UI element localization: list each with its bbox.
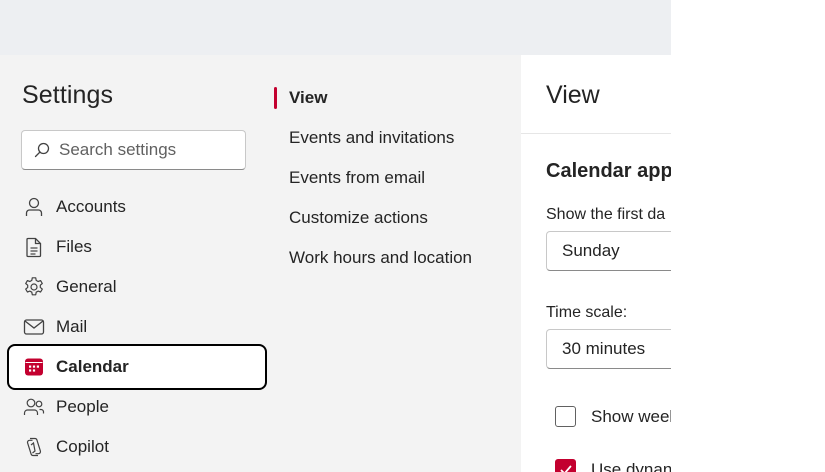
show-week-numbers-checkbox[interactable] bbox=[555, 406, 576, 427]
first-day-dropdown[interactable]: Sunday bbox=[546, 231, 671, 271]
nav-item-label: Calendar bbox=[56, 357, 129, 376]
subnav-item-events-from-email[interactable]: Events from email bbox=[270, 158, 521, 198]
pane-title: View bbox=[546, 81, 600, 109]
mail-icon bbox=[22, 315, 46, 339]
settings-window: Settings Accounts bbox=[0, 0, 671, 472]
people-icon bbox=[22, 395, 46, 419]
document-icon bbox=[22, 235, 46, 259]
search-icon bbox=[34, 142, 50, 158]
nav-item-label: Accounts bbox=[56, 197, 126, 216]
section-title: Calendar app bbox=[546, 160, 671, 182]
view-settings-pane: View Calendar app Show the first da Sund… bbox=[521, 55, 671, 472]
nav-item-label: Copilot bbox=[56, 437, 109, 456]
nav-item-label: Mail bbox=[56, 317, 88, 336]
gear-icon bbox=[22, 275, 46, 299]
top-bar bbox=[0, 0, 671, 55]
nav-item-accounts[interactable]: Accounts bbox=[0, 187, 270, 227]
subnav-item-customize-actions[interactable]: Customize actions bbox=[270, 198, 521, 238]
pane-divider bbox=[521, 133, 671, 134]
calendar-subnav: View Events and invitations Events from … bbox=[270, 78, 521, 278]
subnav-item-label: Customize actions bbox=[289, 208, 428, 227]
person-icon bbox=[22, 195, 46, 219]
focus-ring bbox=[7, 344, 267, 390]
time-scale-label: Time scale: bbox=[546, 304, 628, 321]
subnav-item-label: Work hours and location bbox=[289, 248, 473, 267]
checkmark-icon bbox=[560, 465, 571, 472]
time-scale-dropdown[interactable]: 30 minutes bbox=[546, 329, 671, 369]
nav-item-general[interactable]: General bbox=[0, 267, 270, 307]
search-settings-box[interactable] bbox=[21, 130, 246, 170]
settings-nav: Accounts Files General Mail Calendar Peo… bbox=[0, 187, 270, 467]
use-dynamic-checkbox[interactable] bbox=[555, 459, 576, 472]
subnav-item-view[interactable]: View bbox=[270, 78, 521, 118]
nav-item-label: Files bbox=[56, 237, 92, 256]
nav-item-copilot[interactable]: Copilot bbox=[0, 427, 270, 467]
calendar-icon bbox=[22, 355, 46, 379]
nav-item-label: People bbox=[56, 397, 109, 416]
subnav-item-label: Events from email bbox=[289, 168, 426, 187]
use-dynamic-label: Use dynan bbox=[591, 459, 671, 472]
show-week-numbers-option[interactable]: Show weel bbox=[555, 406, 671, 427]
subnav-item-label: Events and invitations bbox=[289, 128, 455, 147]
settings-title: Settings bbox=[22, 81, 114, 109]
nav-item-label: General bbox=[56, 277, 117, 296]
settings-nav-panel: Settings Accounts bbox=[0, 55, 270, 472]
first-day-label: Show the first da bbox=[546, 206, 666, 223]
nav-item-files[interactable]: Files bbox=[0, 227, 270, 267]
time-scale-value: 30 minutes bbox=[562, 339, 646, 358]
nav-item-mail[interactable]: Mail bbox=[0, 307, 270, 347]
subnav-item-work-hours-and-location[interactable]: Work hours and location bbox=[270, 238, 521, 278]
first-day-value: Sunday bbox=[562, 241, 620, 260]
search-input[interactable] bbox=[59, 140, 239, 160]
copilot-icon bbox=[22, 435, 46, 459]
subnav-item-events-and-invitations[interactable]: Events and invitations bbox=[270, 118, 521, 158]
nav-item-calendar[interactable]: Calendar bbox=[0, 344, 270, 390]
use-dynamic-option[interactable]: Use dynan bbox=[555, 459, 671, 472]
show-week-numbers-label: Show weel bbox=[591, 406, 671, 426]
nav-item-people[interactable]: People bbox=[0, 387, 270, 427]
subnav-item-label: View bbox=[289, 88, 328, 107]
active-indicator bbox=[274, 87, 277, 109]
calendar-subnav-panel: View Events and invitations Events from … bbox=[270, 55, 521, 472]
